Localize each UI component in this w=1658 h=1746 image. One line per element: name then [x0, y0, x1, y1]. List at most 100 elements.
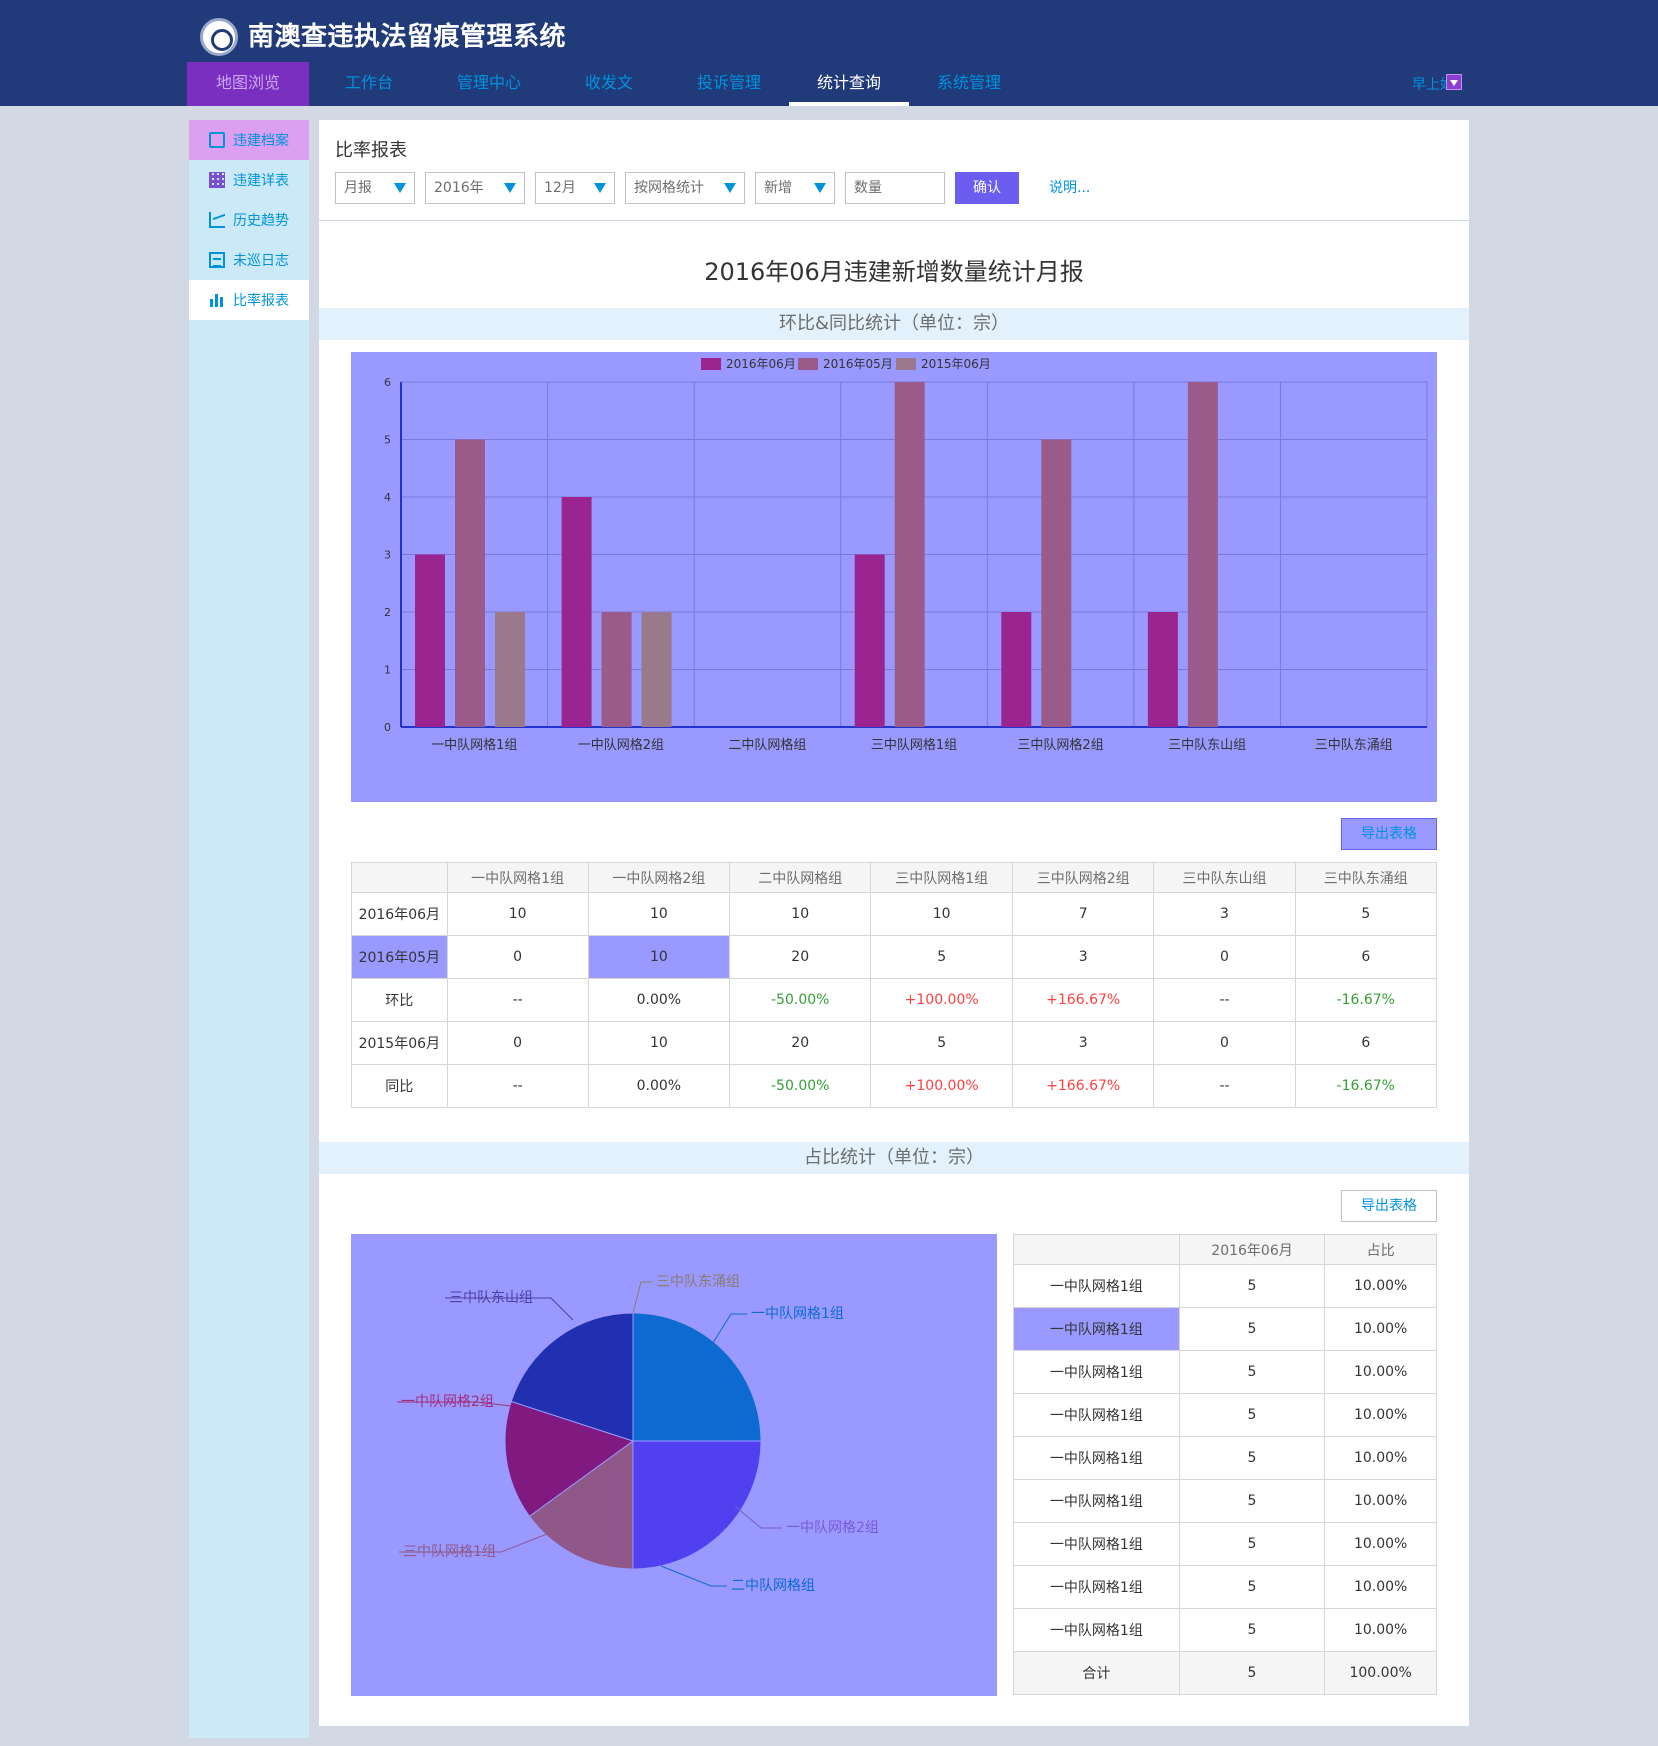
pie-label-line — [734, 1505, 782, 1529]
export-table-button-2[interactable]: 导出表格 — [1341, 1190, 1437, 1222]
table-cell: -- — [446, 1064, 589, 1108]
table-row: 一中队网格1组 5 10.00% — [1013, 1436, 1437, 1480]
y-tick-label: 6 — [384, 376, 391, 389]
category-select[interactable]: 新增 — [755, 172, 835, 204]
table-cell: 一中队网格1组 — [1013, 1565, 1180, 1609]
table-cell: +100.00% — [870, 1064, 1013, 1108]
pie-label: 一中队网格2组 — [401, 1394, 494, 1410]
confirm-button[interactable]: 确认 — [955, 172, 1019, 204]
table-row: 一中队网格1组 5 10.00% — [1013, 1565, 1437, 1609]
table-cell: +166.67% — [1011, 1064, 1155, 1108]
bar[interactable] — [1041, 439, 1072, 728]
x-tick-label: 三中队东涌组 — [1315, 738, 1393, 753]
bar[interactable] — [1187, 382, 1218, 727]
nav-complaints[interactable]: 投诉管理 — [669, 62, 789, 106]
table-header-cell — [351, 862, 448, 893]
bar[interactable] — [894, 382, 925, 727]
bar[interactable] — [455, 439, 485, 728]
table-cell: 5 — [1178, 1479, 1326, 1523]
table-cell: 一中队网格1组 — [1013, 1264, 1180, 1308]
table-cell: 0 — [446, 1021, 589, 1065]
nav-management-center[interactable]: 管理中心 — [429, 62, 549, 106]
bar[interactable] — [601, 612, 632, 727]
top-nav: 地图浏览 工作台 管理中心 收发文 投诉管理 统计查询 系统管理 — [187, 62, 1029, 106]
bar[interactable] — [415, 554, 445, 728]
table-header-cell: 2016年06月 — [1178, 1234, 1326, 1265]
bar[interactable] — [561, 497, 592, 727]
row-label: 同比 — [351, 1064, 448, 1108]
nav-documents[interactable]: 收发文 — [549, 62, 669, 106]
page-title: 比率报表 — [335, 140, 407, 161]
table-row: 2016年06月 10 10 10 10 7 3 5 — [351, 892, 1438, 936]
export-table-button-1[interactable]: 导出表格 — [1341, 818, 1437, 850]
pie-slice[interactable] — [632, 1312, 762, 1442]
year-select[interactable]: 2016年 — [425, 172, 525, 204]
table-cell: -- — [1153, 978, 1296, 1022]
pie-label: 二中队网格组 — [731, 1578, 815, 1594]
x-tick-label: 二中队网格组 — [728, 737, 806, 753]
sidebar-item-ratio-report[interactable]: 比率报表 — [189, 280, 309, 320]
report-type-select[interactable]: 月报 — [335, 172, 415, 204]
sidebar-item-label: 违建档案 — [233, 133, 289, 149]
table-cell: 10 — [729, 892, 872, 936]
table-row: 2015年06月 0 10 20 5 3 0 6 — [351, 1021, 1438, 1065]
y-tick-label: 1 — [384, 664, 391, 677]
table-row: 一中队网格1组 5 10.00% — [1013, 1522, 1437, 1566]
app-logo-icon — [200, 18, 238, 56]
metric-select[interactable]: 数量 — [845, 172, 945, 204]
table-cell: 5 — [1178, 1651, 1326, 1695]
pie-chart: 一中队网格1组一中队网格2组二中队网格组三中队网格1组一中队网格2组三中队东山组… — [397, 1274, 879, 1594]
bar[interactable] — [1001, 612, 1032, 727]
table-cell: 3 — [1011, 1021, 1155, 1065]
bar[interactable] — [1147, 612, 1178, 727]
sidebar-item-violation-archive[interactable]: 违建档案 — [189, 120, 309, 160]
sidebar-item-history-trend[interactable]: 历史趋势 — [189, 200, 309, 240]
x-tick-label: 三中队网格2组 — [1017, 737, 1103, 753]
table-cell: 0.00% — [587, 1064, 731, 1108]
chevron-down-icon — [814, 183, 826, 193]
nav-statistics[interactable]: 统计查询 — [789, 62, 909, 106]
table-cell: 10 — [587, 935, 731, 979]
stat-by-select[interactable]: 按网格统计 — [625, 172, 745, 204]
nav-map-view[interactable]: 地图浏览 — [187, 62, 309, 106]
pie-label: 一中队网格2组 — [786, 1520, 879, 1536]
nav-system-management[interactable]: 系统管理 — [909, 62, 1029, 106]
pie-label: 三中队东涌组 — [656, 1274, 740, 1290]
table-cell: 5 — [1178, 1565, 1326, 1609]
table-cell: 6 — [1294, 1021, 1438, 1065]
table-row: 一中队网格1组 5 10.00% — [1013, 1608, 1437, 1652]
sidebar-item-label: 违建详表 — [233, 173, 289, 189]
table-cell: -- — [1153, 1064, 1296, 1108]
log-icon — [209, 252, 225, 268]
table-cell: 3 — [1011, 935, 1155, 979]
pie-slice[interactable] — [632, 1440, 762, 1570]
bar[interactable] — [854, 554, 885, 728]
table-cell: 5 — [1178, 1436, 1326, 1480]
help-link[interactable]: 说明... — [1049, 172, 1090, 204]
nav-workbench[interactable]: 工作台 — [309, 62, 429, 106]
sidebar-item-violation-details[interactable]: 违建详表 — [189, 160, 309, 200]
table-cell: 20 — [729, 1021, 872, 1065]
pie-label: 三中队网格1组 — [403, 1544, 496, 1560]
table-cell: 5 — [1294, 892, 1438, 936]
month-select[interactable]: 12月 — [535, 172, 615, 204]
pie-label-line — [660, 1565, 727, 1587]
table-row: 一中队网格1组 5 10.00% — [1013, 1350, 1437, 1394]
table-cell: 一中队网格1组 — [1013, 1307, 1180, 1351]
pie-label-line — [710, 1313, 747, 1347]
bar-chart: 2016年06月 2016年05月 2015年06月 0 1 2 3 4 5 6 一中队网格1组 一中… — [384, 357, 1428, 753]
bar[interactable] — [641, 612, 672, 727]
table-cell: 3 — [1153, 892, 1296, 936]
table-header-cell: 一中队网格1组 — [446, 862, 589, 893]
legend-label[interactable]: 2015年06月 — [921, 357, 991, 371]
legend-label[interactable]: 2016年06月 — [726, 357, 796, 371]
sidebar-item-patrol-log[interactable]: 未巡日志 — [189, 240, 309, 280]
table-row: 同比 -- 0.00% -50.00% +100.00% +166.67% -- -16.67… — [351, 1064, 1438, 1108]
report-title: 2016年06月违建新增数量统计月报 — [704, 258, 1084, 286]
y-tick-label: 3 — [384, 549, 391, 562]
legend-label[interactable]: 2016年05月 — [823, 357, 893, 371]
user-menu-dropdown-icon[interactable] — [1446, 74, 1462, 90]
table-cell: 10.00% — [1324, 1393, 1437, 1437]
bar[interactable] — [495, 612, 525, 727]
table-cell: 一中队网格1组 — [1013, 1608, 1180, 1652]
